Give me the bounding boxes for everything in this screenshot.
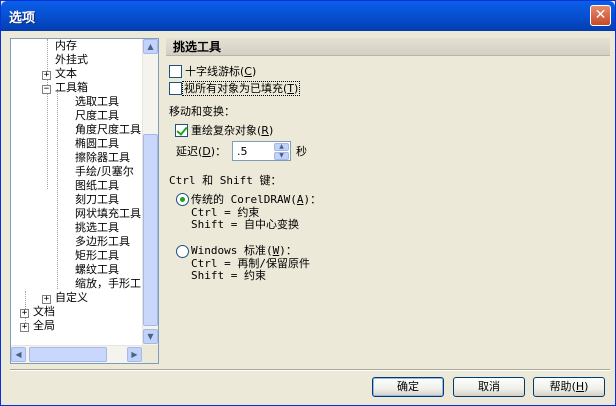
tree-item-graph-paper-tool[interactable]: 图纸工具 [75, 179, 119, 193]
redraw-complex-label[interactable]: 重绘复杂对象(R) [191, 124, 273, 137]
scroll-thumb[interactable] [29, 347, 107, 362]
windows-standard-radio[interactable] [176, 245, 189, 258]
tree-item-customize[interactable]: 自定义 [55, 291, 88, 305]
tree-item-memory[interactable]: 内存 [55, 39, 77, 53]
tree-item-mesh-fill-tool[interactable]: 网状填充工具 [75, 207, 141, 221]
crosshair-cursor-checkbox[interactable] [169, 65, 182, 78]
tree-item-text[interactable]: 文本 [55, 67, 77, 81]
traditional-coreldraw-label[interactable]: 传统的 CorelDRAW(A)： [191, 193, 321, 206]
spin-down-icon[interactable]: ▼ [274, 152, 289, 160]
scroll-right-button[interactable]: ▶ [127, 347, 142, 362]
delay-label: 延迟(D)： [176, 145, 227, 158]
cancel-button[interactable]: 取消 [453, 377, 525, 397]
tree-horizontal-scrollbar[interactable]: ◀ ▶ [11, 345, 143, 363]
traditional-shift-desc: Shift = 自中心变换 [191, 218, 299, 231]
tree-item-toolbox[interactable]: 工具箱 [55, 81, 88, 95]
tree-item-dimension-tool[interactable]: 尺度工具 [75, 109, 119, 123]
title-bar: 选项 ✕ [1, 1, 615, 31]
move-transform-section-label: 移动和变换： [169, 105, 235, 118]
tree-vertical-scrollbar[interactable]: ▲ ▼ [142, 39, 158, 345]
tree-item-document[interactable]: 文档 [33, 305, 55, 319]
traditional-coreldraw-radio[interactable] [176, 193, 189, 206]
redraw-complex-checkbox[interactable] [175, 124, 188, 137]
scroll-thumb[interactable] [143, 134, 158, 326]
window-title: 选项 [9, 11, 36, 26]
close-icon: ✕ [594, 7, 607, 23]
tree-line [57, 89, 58, 289]
tree-item-freehand-tool[interactable]: 手绘/贝塞尔 [75, 165, 134, 179]
tree-item-ellipse-tool[interactable]: 椭圆工具 [75, 137, 119, 151]
ctrl-shift-section-label: Ctrl 和 Shift 键： [169, 174, 282, 187]
tree-line [47, 39, 48, 189]
treat-as-filled-label[interactable]: 视所有对象为已填充(T) [182, 81, 301, 96]
expand-icon[interactable]: + [20, 323, 29, 332]
expand-icon[interactable]: + [42, 295, 51, 304]
windows-shift-desc: Shift = 约束 [191, 269, 266, 282]
tree-item-spiral-tool[interactable]: 螺纹工具 [75, 263, 119, 277]
treat-as-filled-checkbox[interactable] [169, 82, 182, 95]
tree-item-polygon-tool[interactable]: 多边形工具 [75, 235, 130, 249]
collapse-icon[interactable]: − [42, 85, 51, 94]
footer-divider [10, 369, 610, 371]
tree-item-eraser-tool[interactable]: 擦除器工具 [75, 151, 130, 165]
tree-item-pick-tool[interactable]: 选取工具 [75, 95, 119, 109]
scroll-up-button[interactable]: ▲ [143, 39, 158, 54]
tree-item-plugins[interactable]: 外挂式 [55, 53, 88, 67]
page-title: 挑选工具 [166, 38, 610, 56]
delay-input[interactable]: .5 [237, 145, 248, 158]
spin-up-icon[interactable]: ▲ [274, 143, 289, 151]
help-button[interactable]: 帮助(H) [533, 377, 605, 397]
options-dialog: 选项 ✕ 内存 外挂式 + 文本 − 工具箱 选取工具 尺度工具 角度尺度工具 … [0, 0, 616, 406]
tree-item-angle-dimension-tool[interactable]: 角度尺度工具 [75, 123, 141, 137]
scroll-left-button[interactable]: ◀ [11, 347, 26, 362]
scroll-corner [142, 345, 158, 363]
expand-icon[interactable]: + [20, 309, 29, 318]
crosshair-cursor-label[interactable]: 十字线游标(C) [185, 65, 256, 78]
tree-item-zoom-pan-tool[interactable]: 缩放，手形工 [75, 277, 141, 291]
options-tree[interactable]: 内存 外挂式 + 文本 − 工具箱 选取工具 尺度工具 角度尺度工具 椭圆工具 … [10, 38, 159, 364]
tree-item-selected[interactable]: 挑选工具 [75, 221, 119, 235]
tree-item-rectangle-tool[interactable]: 矩形工具 [75, 249, 119, 263]
ok-button[interactable]: 确定 [372, 377, 444, 397]
close-button[interactable]: ✕ [590, 5, 611, 26]
tree-content: 内存 外挂式 + 文本 − 工具箱 选取工具 尺度工具 角度尺度工具 椭圆工具 … [11, 39, 143, 345]
tree-item-knife-tool[interactable]: 刻刀工具 [75, 193, 119, 207]
expand-icon[interactable]: + [42, 71, 51, 80]
windows-standard-label[interactable]: Windows 标准(W)： [191, 244, 297, 257]
delay-stepper[interactable]: .5 ▲ ▼ [232, 141, 291, 161]
scroll-down-button[interactable]: ▼ [143, 329, 158, 344]
tree-item-global[interactable]: 全局 [33, 319, 55, 333]
delay-unit: 秒 [296, 145, 307, 158]
